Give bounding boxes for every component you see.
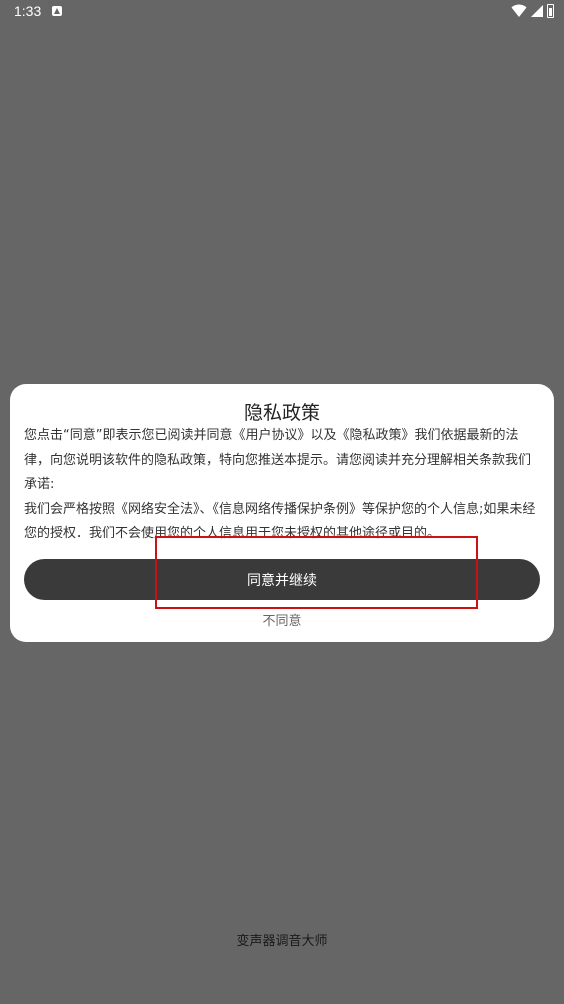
wifi-icon [511,4,527,17]
agree-continue-button[interactable]: 同意并继续 [24,559,540,600]
signal-icon [531,5,543,17]
app-notification-icon [52,6,62,16]
app-name-label: 变声器调音大师 [236,934,328,949]
status-time: 1:33 [14,3,42,19]
status-icons [511,4,554,18]
dialog-body: 您点击“同意”即表示您已阅读并同意《用户协议》以及《隐私政策》我们依据最新的法律… [24,424,540,547]
battery-icon [547,4,554,18]
policy-paragraph-2: 我们会严格按照《网络安全法》、《信息网络传播保护条例》等保护您的个人信息;如果未… [24,501,536,542]
status-bar: 1:33 [0,0,564,24]
disagree-button[interactable]: 不同意 [10,610,554,629]
policy-paragraph-1: 您点击“同意”即表示您已阅读并同意《用户协议》以及《隐私政策》我们依据最新的法律… [24,428,532,492]
dialog-title: 隐私政策 [243,402,320,424]
privacy-policy-dialog: 隐私政策 您点击“同意”即表示您已阅读并同意《用户协议》以及《隐私政策》我们依据… [10,384,554,642]
